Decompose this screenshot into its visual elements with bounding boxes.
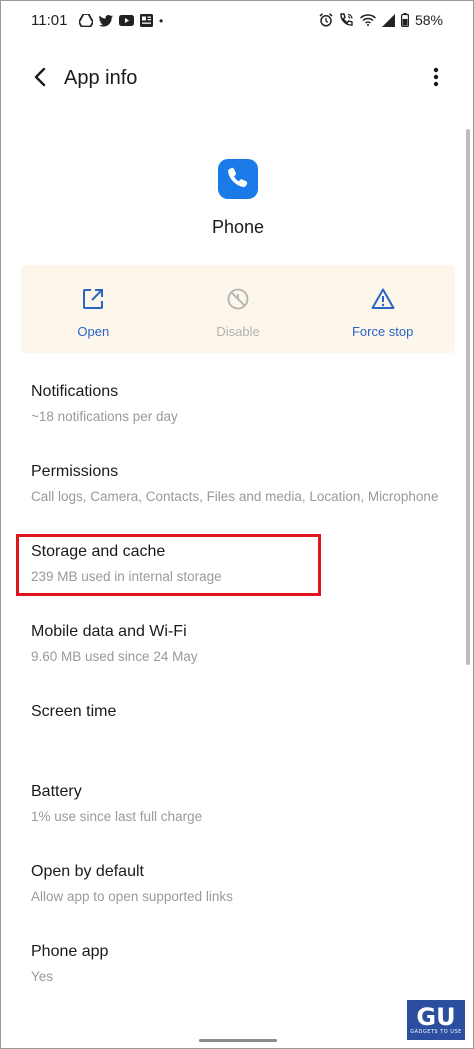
highlight-box [16, 534, 321, 596]
app-name: Phone [211, 217, 265, 237]
status-dot: • [159, 13, 164, 28]
watermark-glyph: GU [416, 1002, 456, 1031]
setting-open-by-default[interactable]: Open by default Allow app to open suppor… [1, 849, 473, 929]
disable-label: Disable [216, 324, 260, 339]
action-panel: Open Disable Force stop [21, 265, 455, 353]
signal-icon [381, 13, 395, 27]
back-button[interactable] [23, 63, 59, 95]
wifi-icon [359, 14, 376, 26]
setting-title: Phone app [31, 943, 109, 960]
status-time: 11:01 [31, 12, 68, 29]
open-external-icon [81, 287, 105, 316]
disable-icon [226, 287, 250, 316]
wifi-call-icon [339, 13, 354, 27]
setting-permissions[interactable]: Permissions Call logs, Camera, Contacts,… [1, 449, 473, 529]
setting-battery[interactable]: Battery 1% use since last full charge [1, 769, 473, 849]
setting-subtitle: Allow app to open supported links [31, 889, 233, 904]
system-status-icons: 58% [319, 12, 443, 28]
page-title: App info [64, 67, 138, 89]
phone-screen: 11:01 • 58% App info Phone Open Disable … [0, 0, 474, 1049]
setting-title: Battery [31, 783, 82, 800]
setting-title: Mobile data and Wi-Fi [31, 623, 187, 640]
battery-percent: 58% [414, 12, 443, 28]
setting-mobile-data[interactable]: Mobile data and Wi-Fi 9.60 MB used since… [1, 609, 473, 689]
setting-title: Screen time [31, 703, 117, 720]
battery-icon [400, 13, 409, 27]
setting-title: Permissions [31, 463, 119, 480]
setting-screen-time[interactable]: Screen time [1, 689, 473, 769]
more-vert-icon [433, 67, 439, 92]
alarm-icon [319, 13, 333, 27]
setting-subtitle: ~18 notifications per day [31, 409, 178, 424]
setting-subtitle: 9.60 MB used since 24 May [31, 649, 198, 664]
open-label: Open [77, 324, 110, 339]
youtube-icon [119, 15, 134, 26]
setting-phone-app[interactable]: Phone app Yes [1, 929, 473, 1009]
gesture-bar[interactable] [199, 1039, 277, 1042]
warning-icon [371, 287, 395, 316]
app-bar: App info [1, 51, 473, 107]
scrollbar[interactable] [466, 129, 470, 665]
status-bar: 11:01 • 58% [1, 1, 473, 39]
setting-subtitle: Yes [31, 969, 54, 984]
setting-title: Notifications [31, 383, 119, 400]
phone-icon [227, 166, 249, 193]
setting-notifications[interactable]: Notifications ~18 notifications per day [1, 369, 473, 449]
force-stop-button[interactable]: Force stop [310, 265, 455, 353]
force-stop-label: Force stop [351, 324, 414, 339]
setting-title: Open by default [31, 863, 144, 880]
news-icon [140, 14, 153, 27]
more-options-button[interactable] [421, 63, 451, 95]
setting-subtitle: Call logs, Camera, Contacts, Files and m… [31, 489, 439, 504]
disable-button[interactable]: Disable [166, 265, 311, 353]
open-button[interactable]: Open [21, 265, 166, 353]
back-arrow-icon [33, 67, 49, 92]
app-icon [218, 159, 258, 199]
twitter-icon [99, 14, 113, 27]
notification-icons: • [79, 13, 163, 28]
drive-icon [79, 14, 93, 27]
setting-subtitle: 1% use since last full charge [31, 809, 203, 824]
watermark-text: GADGETS TO USE [410, 1028, 462, 1035]
watermark-logo: GU GADGETS TO USE [407, 1000, 465, 1040]
